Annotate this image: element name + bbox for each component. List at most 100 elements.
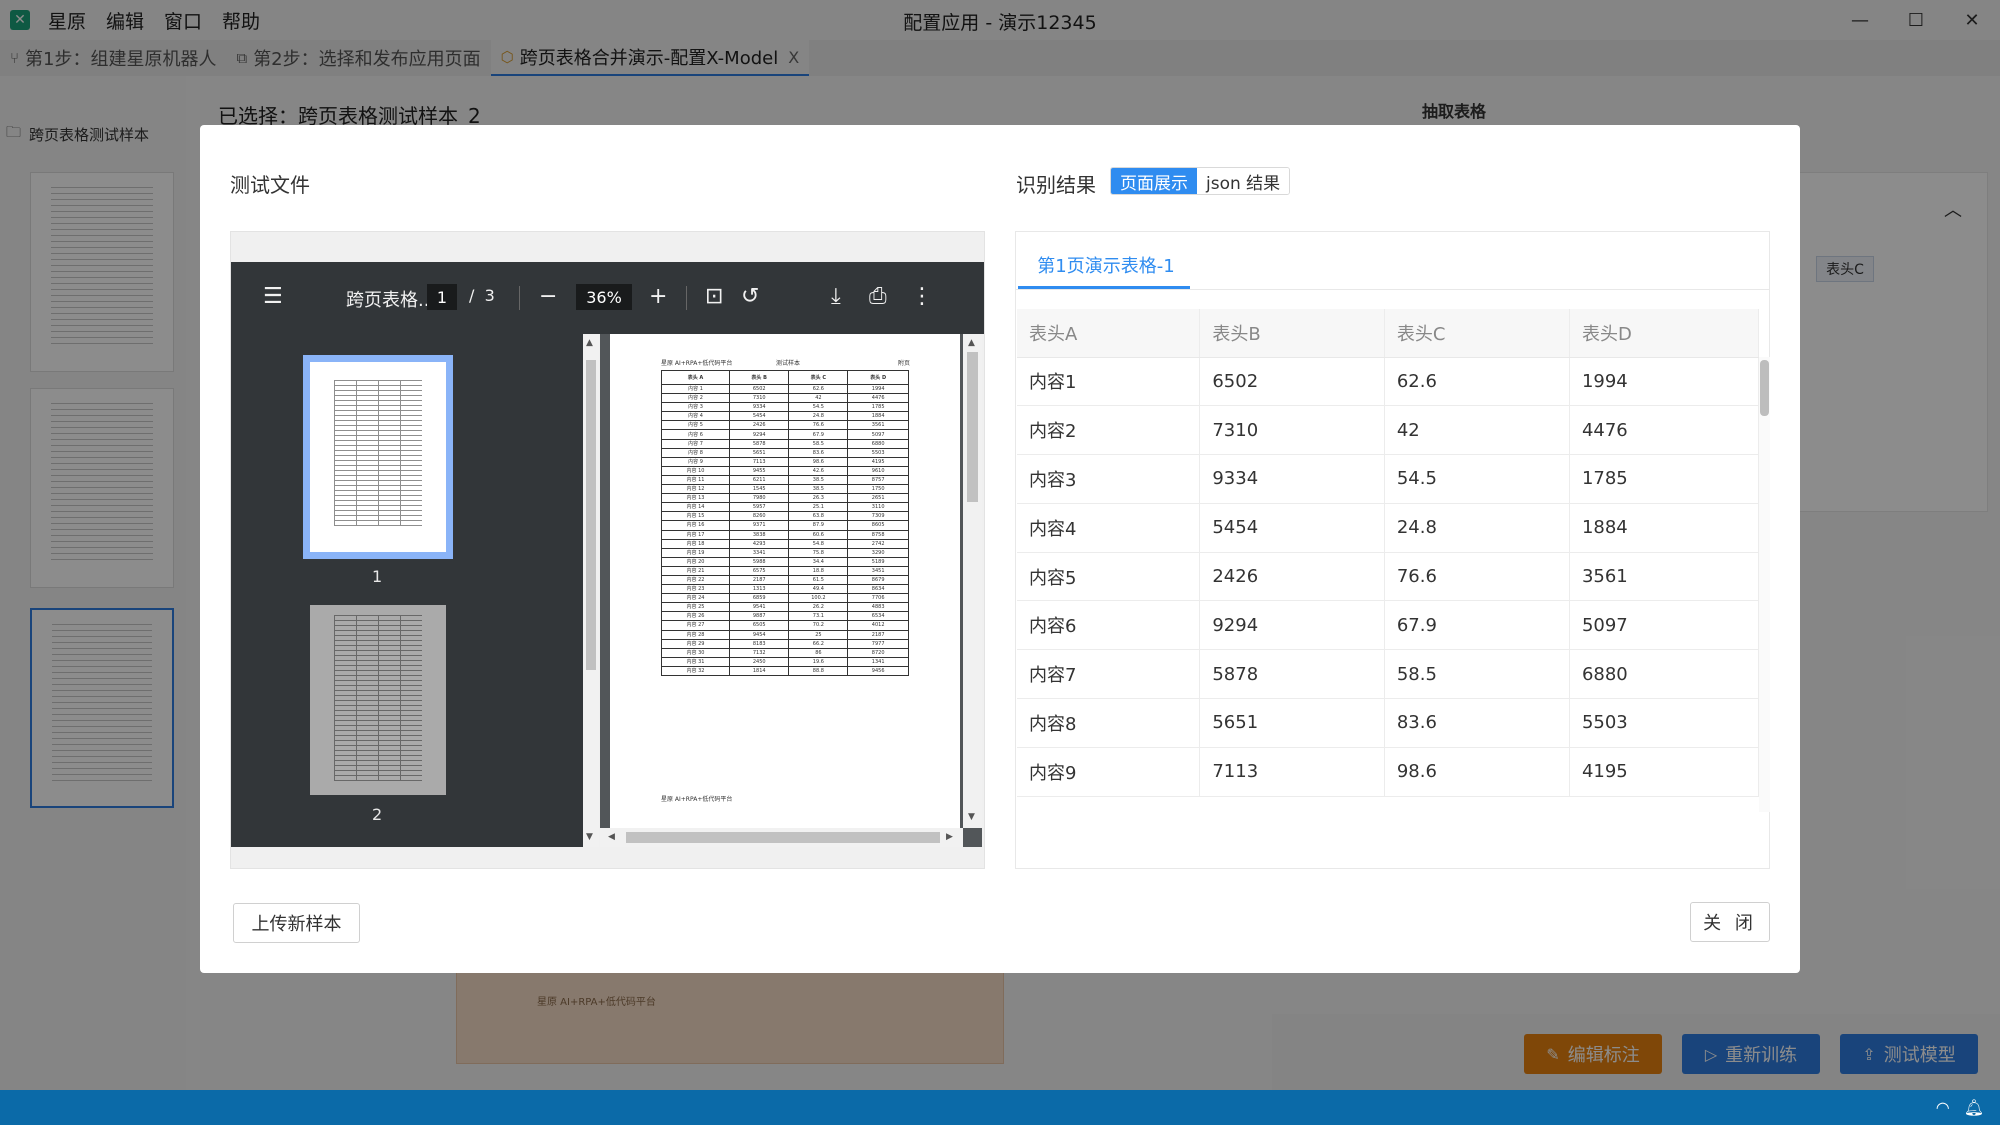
- pdf-table-cell: 9454: [728, 629, 790, 640]
- pdf-table-cell: 内容 2: [661, 393, 730, 404]
- result-table-header: 表头C: [1384, 309, 1570, 358]
- pdf-page-thumbnail-1[interactable]: [303, 355, 453, 559]
- result-table-cell: 内容3: [1017, 454, 1201, 504]
- zoom-in-icon[interactable]: +: [649, 284, 667, 309]
- result-table-cell: 24.8: [1384, 503, 1570, 553]
- pdf-table-cell: 4883: [847, 602, 909, 613]
- pdf-table-cell: 9371: [728, 520, 790, 531]
- result-table-cell: 7310: [1199, 405, 1385, 456]
- pdf-table-cell: 8720: [847, 647, 909, 658]
- pdf-table-cell: 内容 17: [661, 529, 730, 540]
- result-table-cell: 内容7: [1017, 649, 1201, 700]
- wifi-icon: ◠: [1935, 1098, 1950, 1117]
- zoom-out-icon[interactable]: −: [539, 284, 557, 309]
- pdf-table-cell: 内容 27: [661, 620, 730, 631]
- result-table-cell: 62.6: [1384, 357, 1570, 407]
- pdf-table-row: 内容 14 5957 25.1 3110: [661, 502, 909, 513]
- result-table-row: 内容5 2426 76.6 3561: [1017, 552, 1759, 602]
- pdf-table-cell: 38.5: [788, 484, 849, 495]
- pdf-table-cell: 2742: [847, 538, 909, 549]
- thumbnail-label: 1: [372, 567, 383, 586]
- result-table-cell: 1785: [1569, 454, 1759, 504]
- pdf-table-cell: 6534: [847, 611, 909, 622]
- close-modal-button[interactable]: 关 闭: [1690, 902, 1770, 942]
- pdf-table-row: 内容 31 2450 19.6 1341: [661, 656, 909, 667]
- pdf-table-cell: 2651: [847, 493, 909, 504]
- pdf-table-cell: 5957: [728, 502, 790, 513]
- pdf-table-header: 表头 C: [788, 370, 849, 385]
- pdf-table-cell: 内容 10: [661, 465, 730, 476]
- zoom-level-input[interactable]: 36%: [576, 284, 632, 310]
- result-table-cell: 5097: [1569, 600, 1759, 651]
- pdf-table-cell: 9294: [728, 429, 790, 440]
- pdf-table-row: 内容 17 3838 60.6 8758: [661, 529, 909, 540]
- pdf-table-row: 内容 3 9334 54.5 1785: [661, 402, 909, 413]
- pdf-table-row: 内容 15 8260 63.8 7309: [661, 511, 909, 522]
- rotate-icon[interactable]: ↺: [741, 284, 759, 309]
- pdf-table-cell: 内容 18: [661, 538, 730, 549]
- pdf-table: 表头 A 表头 B 表头 C 表头 D 内容 1 6502 62.6 1994 内容 2 731…: [661, 370, 909, 677]
- pdf-page-thumbnail-2[interactable]: [310, 605, 446, 795]
- result-scrollbar[interactable]: [1759, 357, 1770, 812]
- pdf-table-cell: 6859: [728, 593, 790, 604]
- pdf-table-cell: 5988: [728, 556, 790, 567]
- pdf-table-row: 内容 2 7310 42 4476: [661, 393, 909, 404]
- pdf-table-cell: 4476: [847, 393, 909, 404]
- print-icon[interactable]: ⎙: [869, 284, 887, 309]
- pdf-table-cell: 3110: [847, 502, 909, 513]
- pdf-table-cell: 内容 24: [661, 593, 730, 604]
- pdf-table-cell: 7309: [847, 511, 909, 522]
- pdf-table-cell: 8758: [847, 529, 909, 540]
- pdf-table-cell: 1341: [847, 656, 909, 667]
- result-table-cell: 1884: [1569, 503, 1759, 553]
- result-table-cell: 5503: [1569, 698, 1759, 748]
- result-tab-page1-table1[interactable]: 第1页演示表格-1: [1022, 252, 1190, 278]
- more-vertical-icon[interactable]: ⋮: [911, 284, 933, 309]
- segment-page-view[interactable]: 页面展示: [1111, 168, 1197, 194]
- pdf-table-cell: 8260: [728, 511, 790, 522]
- page-number-input[interactable]: 1: [427, 284, 457, 310]
- result-table-cell: 3561: [1569, 552, 1759, 602]
- view-toggle: 页面展示 json 结果: [1110, 167, 1291, 195]
- result-table: 表头A 表头B 表头C 表头D 内容1 6502 62.6 1994 内容2 7310 42 447…: [1017, 309, 1759, 797]
- pdf-table-row: 内容 27 6505 70.2 4012: [661, 620, 909, 631]
- menu-icon[interactable]: ☰: [263, 284, 283, 309]
- pdf-vertical-scrollbar[interactable]: ▲ ▼: [963, 334, 982, 828]
- pdf-header-left: 星原 AI+RPA+低代码平台: [661, 360, 733, 367]
- pdf-table-cell: 4195: [847, 456, 909, 467]
- pdf-table-cell: 6575: [728, 565, 790, 576]
- result-table-cell: 9334: [1199, 454, 1385, 504]
- pdf-table-cell: 4293: [728, 538, 790, 549]
- pdf-table-cell: 1750: [847, 484, 909, 495]
- fit-page-icon[interactable]: ⊡: [705, 284, 723, 309]
- result-table-cell: 内容9: [1017, 747, 1201, 797]
- pdf-table-cell: 9334: [728, 402, 790, 413]
- thumbnail-scrollbar[interactable]: ▲ ▼: [583, 334, 599, 847]
- segment-json-result[interactable]: json 结果: [1197, 168, 1290, 194]
- result-table-cell: 83.6: [1384, 698, 1570, 748]
- result-table-header: 表头D: [1569, 309, 1759, 358]
- bell-icon[interactable]: 🔔︎: [1964, 1098, 1984, 1117]
- pdf-horizontal-scrollbar[interactable]: ◀ ▶: [600, 828, 963, 847]
- pdf-table-cell: 87.9: [788, 520, 849, 531]
- pdf-table-cell: 6505: [728, 620, 790, 631]
- result-table-cell: 7113: [1199, 747, 1385, 797]
- pdf-table-cell: 内容 30: [661, 647, 730, 658]
- result-table-cell: 1994: [1569, 357, 1759, 407]
- pdf-table-row: 内容 12 1545 38.5 1750: [661, 484, 909, 495]
- pdf-table-cell: 70.2: [788, 620, 849, 631]
- pdf-table-cell: 5454: [728, 411, 790, 422]
- pdf-page-sheet: 星原 AI+RPA+低代码平台 测试样本 附页 表头 A 表头 B 表头 C 表头 D…: [610, 334, 960, 828]
- upload-new-sample-button[interactable]: 上传新样本: [233, 903, 360, 943]
- pdf-table-cell: 25.1: [788, 502, 849, 513]
- pdf-table-cell: 7310: [728, 393, 790, 404]
- result-table-cell: 98.6: [1384, 747, 1570, 797]
- pdf-table-cell: 2187: [847, 629, 909, 640]
- pdf-table-row: 内容 11 6211 38.5 8757: [661, 474, 909, 486]
- pdf-table-cell: 内容 5: [661, 420, 730, 431]
- result-table-cell: 内容6: [1017, 600, 1201, 651]
- pdf-table-cell: 内容 26: [661, 611, 730, 622]
- result-table-row: 内容1 6502 62.6 1994: [1017, 357, 1759, 407]
- download-icon[interactable]: ⤓: [831, 284, 841, 309]
- pdf-table-cell: 内容 7: [661, 438, 730, 449]
